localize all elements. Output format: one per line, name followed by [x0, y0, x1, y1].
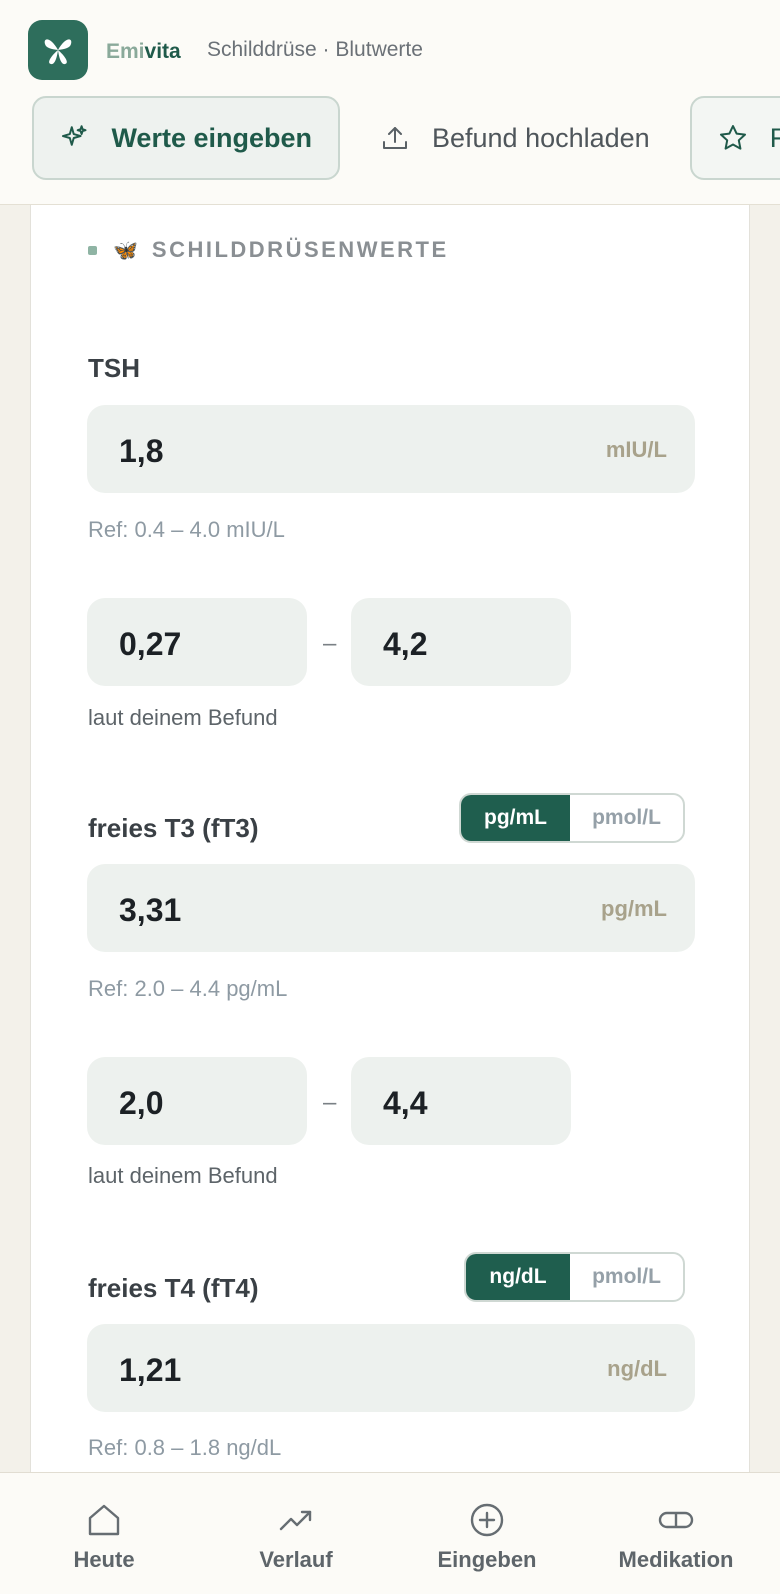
pill-icon — [658, 1511, 694, 1529]
tsh-range-note: laut deinem Befund — [88, 705, 278, 730]
butterfly-emoji-icon: 🦋 — [113, 239, 138, 262]
ft3-range-high-input[interactable]: 4,4 — [351, 1057, 571, 1145]
ft3-unit-toggle: pg/mL pmol/L — [459, 793, 685, 843]
tab-label: Befund hochladen — [432, 122, 650, 153]
nav-heute[interactable]: Heute — [44, 1473, 164, 1594]
nav-label: Medikation — [618, 1547, 734, 1572]
mode-tabs: Werte eingeben Befund hochladen F — [32, 96, 780, 180]
nav-eingeben[interactable]: Eingeben — [417, 1473, 557, 1594]
ft3-unit-option-pmol[interactable]: pmol/L — [570, 795, 683, 841]
brand-part-2: vita — [144, 40, 181, 63]
tab-befund-hochladen[interactable]: Befund hochladen — [354, 96, 676, 180]
nav-label: Heute — [73, 1547, 135, 1572]
tsh-reference: Ref: 0.4 – 4.0 mIU/L — [88, 517, 285, 542]
range-dash: – — [323, 1089, 337, 1116]
ft3-reference: Ref: 2.0 – 4.4 pg/mL — [88, 976, 288, 1001]
ft3-unit-option-pg[interactable]: pg/mL — [461, 795, 570, 841]
trend-icon — [279, 1510, 312, 1531]
bottom-navigation: Heute Verlauf Eingeben Medikation — [0, 1472, 780, 1594]
ft4-unit-option-pmol[interactable]: pmol/L — [570, 1254, 683, 1300]
upload-icon — [383, 127, 407, 149]
ft4-unit-option-ng[interactable]: ng/dL — [466, 1254, 570, 1300]
nav-medikation[interactable]: Medikation — [601, 1473, 751, 1594]
plus-circle-icon — [470, 1503, 504, 1537]
brand-name: Emivita — [106, 40, 181, 64]
section-header: 🦋 SCHILDDRÜSENWERTE — [88, 237, 449, 263]
tsh-value-input[interactable]: 1,8 mIU/L — [87, 405, 695, 493]
nav-label: Verlauf — [259, 1547, 333, 1572]
ft4-label: freies T4 (fT4) — [88, 1273, 259, 1303]
butterfly-icon — [44, 39, 72, 65]
range-dash: – — [323, 630, 337, 657]
ft3-value-input[interactable]: 3,31 pg/mL — [87, 864, 695, 952]
star-icon — [719, 125, 746, 150]
tsh-range-low: 0,27 — [119, 626, 182, 662]
ft3-range-note: laut deinem Befund — [88, 1163, 278, 1188]
nav-verlauf[interactable]: Verlauf — [236, 1473, 356, 1594]
tsh-label: TSH — [88, 353, 140, 383]
app-header: Emivita Schilddrüse · Blutwerte Werte ei… — [0, 0, 780, 205]
tsh-range-low-input[interactable]: 0,27 — [87, 598, 307, 686]
thyroid-values-card: 🦋 SCHILDDRÜSENWERTE TSH 1,8 mIU/L Ref: 0… — [30, 205, 750, 1475]
tsh-value: 1,8 — [119, 433, 164, 469]
tab-favoriten[interactable]: F — [689, 96, 780, 180]
ft4-unit-toggle: ng/dL pmol/L — [464, 1252, 685, 1302]
ft3-range-low: 2,0 — [119, 1085, 164, 1121]
tsh-range-high-input[interactable]: 4,2 — [351, 598, 571, 686]
nav-label: Eingeben — [437, 1547, 537, 1572]
sparkle-icon — [61, 125, 87, 146]
app-logo[interactable] — [28, 20, 88, 80]
home-icon — [88, 1504, 120, 1536]
tab-label: Werte eingeben — [111, 122, 312, 153]
tab-label: F — [770, 123, 780, 154]
tsh-range-high: 4,2 — [383, 626, 428, 662]
tsh-unit: mIU/L — [605, 437, 667, 462]
section-dot — [88, 245, 97, 255]
ft4-unit: ng/dL — [607, 1356, 667, 1381]
ft3-label: freies T3 (fT3) — [88, 813, 259, 843]
ft4-value-input[interactable]: 1,21 ng/dL — [87, 1324, 695, 1412]
ft3-range-low-input[interactable]: 2,0 — [87, 1057, 307, 1145]
header-subtitle: Schilddrüse · Blutwerte — [207, 38, 423, 61]
ft4-reference: Ref: 0.8 – 1.8 ng/dL — [88, 1435, 282, 1460]
ft4-value: 1,21 — [119, 1352, 182, 1388]
ft3-value: 3,31 — [119, 892, 182, 928]
brand-part-1: Emi — [106, 40, 145, 63]
ft3-unit: pg/mL — [601, 896, 667, 921]
section-title: SCHILDDRÜSENWERTE — [151, 237, 449, 262]
tab-werte-eingeben[interactable]: Werte eingeben — [32, 96, 340, 180]
ft3-range-high: 4,4 — [383, 1085, 428, 1121]
